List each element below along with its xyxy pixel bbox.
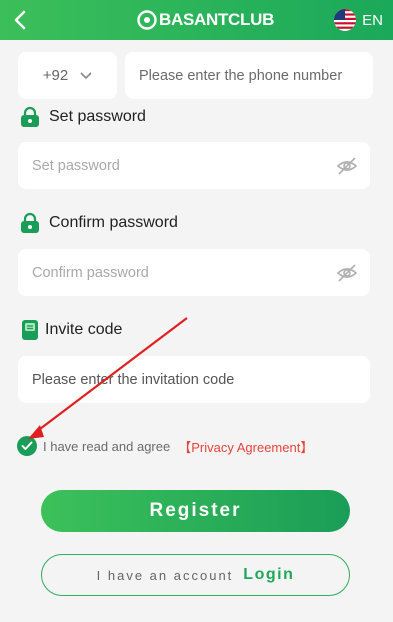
privacy-agreement-link[interactable]: 【Privacy Agreement】	[178, 437, 313, 456]
have-account-text: I have an account	[96, 567, 234, 583]
app-header: BASANTCLUB EN	[0, 0, 393, 40]
language-selector[interactable]: EN	[334, 8, 383, 32]
register-button[interactable]: Register	[41, 490, 350, 532]
invite-code-label-row: Invite code	[19, 318, 122, 342]
phone-input-wrapper	[125, 52, 373, 99]
brand-mark-icon	[137, 10, 157, 30]
set-password-wrapper	[18, 142, 370, 189]
invite-code-label: Invite code	[45, 321, 123, 338]
chevron-left-icon	[14, 10, 26, 30]
login-button[interactable]: I have an account Login	[41, 554, 350, 596]
language-label: EN	[362, 11, 383, 29]
checkmark-icon	[21, 441, 33, 450]
confirm-password-label-row: Confirm password	[19, 211, 178, 235]
set-password-label-row: Set password	[19, 105, 146, 129]
invite-code-wrapper	[18, 356, 370, 403]
back-button[interactable]	[8, 6, 32, 34]
lock-icon	[21, 212, 39, 233]
confirm-password-wrapper	[18, 249, 370, 296]
invite-card-icon	[22, 320, 38, 340]
eye-hidden-icon[interactable]	[336, 262, 358, 284]
eye-hidden-icon[interactable]	[336, 155, 358, 177]
phone-input[interactable]	[125, 52, 373, 99]
confirm-password-input[interactable]	[18, 249, 370, 296]
set-password-label: Set password	[49, 108, 146, 125]
agreement-text: I have read and agree	[43, 438, 171, 454]
invite-code-input[interactable]	[18, 356, 370, 403]
country-code-value: +92	[42, 67, 69, 84]
login-label: Login	[243, 566, 295, 583]
chevron-down-icon	[80, 71, 92, 79]
phone-row: +92	[18, 52, 373, 99]
country-code-select[interactable]: +92	[18, 52, 117, 99]
confirm-password-label: Confirm password	[49, 214, 178, 231]
brand-name: BASANTCLUB	[159, 10, 275, 29]
lock-icon	[21, 106, 39, 127]
agreement-checkbox[interactable]	[17, 436, 37, 456]
agreement-row: I have read and agree 【Privacy Agreement…	[17, 435, 313, 457]
us-flag-icon	[334, 9, 357, 31]
brand-logo: BASANTCLUB	[137, 8, 274, 32]
set-password-input[interactable]	[18, 142, 370, 189]
